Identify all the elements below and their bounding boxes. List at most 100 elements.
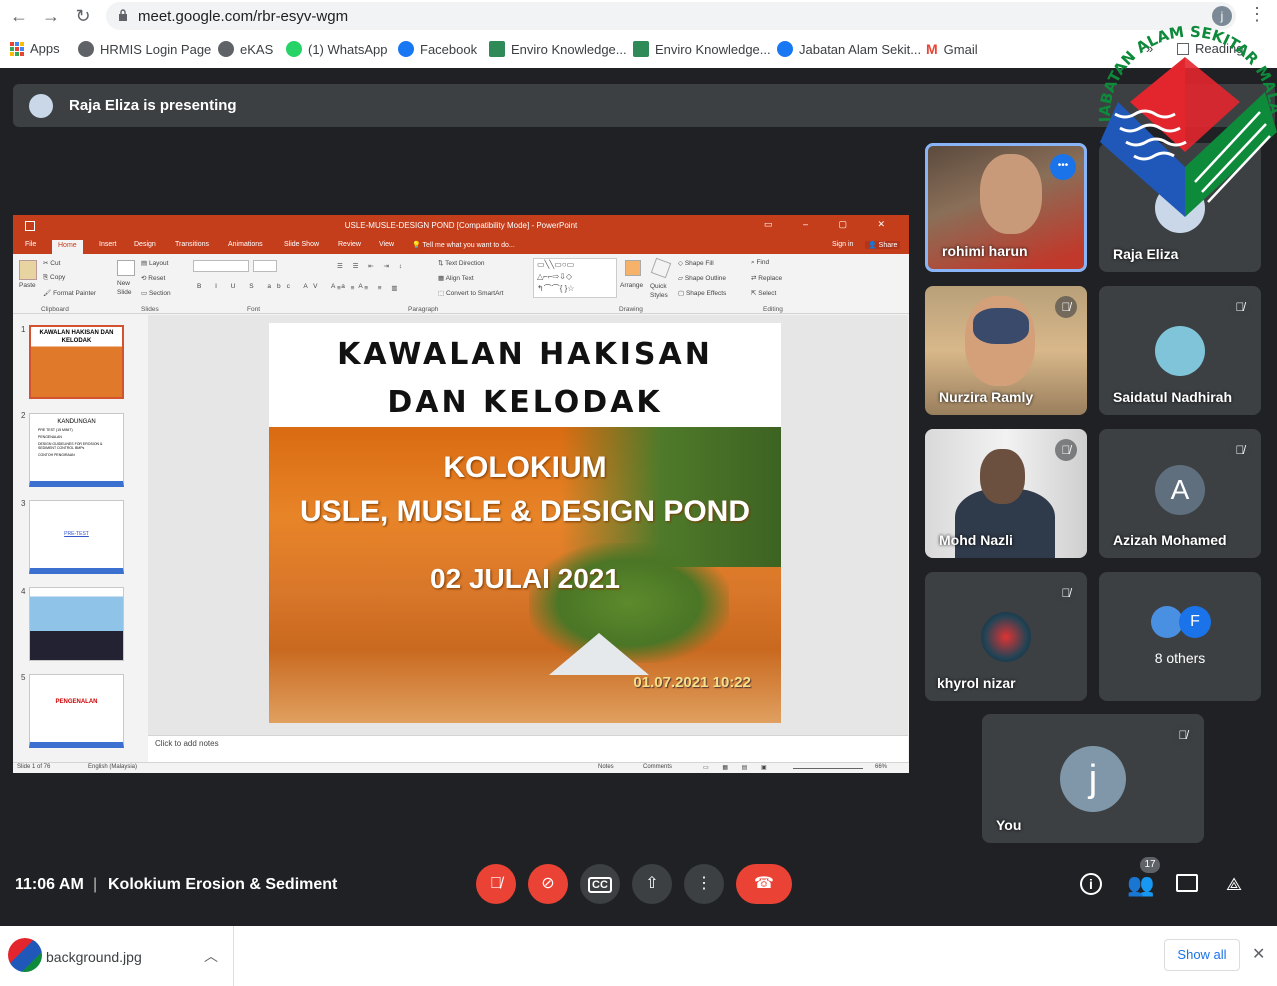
- participant-avatar: A: [1155, 465, 1205, 515]
- paste-icon: [19, 260, 37, 280]
- url-field[interactable]: meet.google.com/rbr-esyv-wgm: [106, 2, 1236, 30]
- others-avatar-2: F: [1179, 606, 1211, 638]
- url-text: meet.google.com/rbr-esyv-wgm: [138, 8, 349, 25]
- apps-grid-icon: [10, 41, 24, 56]
- tab-slideshow: Slide Show: [284, 241, 320, 248]
- thumb-slide-1: KAWALAN HAKISAN DAN KELODAK: [29, 325, 124, 399]
- view-buttons: ▭ ▦ ▤ ▣: [703, 765, 773, 771]
- tab-insert: Insert: [99, 241, 117, 248]
- tab-transitions: Transitions: [175, 241, 209, 248]
- slide-header: KAWALAN HAKISAN DAN KELODAK: [269, 323, 781, 427]
- copy-label: ⎘ Copy: [43, 274, 66, 281]
- format-painter-label: 🖌 Format Painter: [43, 290, 97, 297]
- more-options-button[interactable]: ⋮: [684, 864, 724, 904]
- tab-file: File: [25, 241, 37, 248]
- slide-subtitle-2: USLE, MUSLE & DESIGN POND: [299, 495, 751, 528]
- present-button[interactable]: ⇧: [632, 864, 672, 904]
- participant-name: Azizah Mohamed: [1113, 532, 1227, 548]
- tile-others[interactable]: F 8 others: [1099, 572, 1261, 701]
- save-icon: [25, 221, 35, 231]
- enviro-icon: [633, 41, 649, 57]
- share-button: 👤 Share: [865, 241, 901, 249]
- browser-chrome: ← → ↻ meet.google.com/rbr-esyv-wgm j ⋮ A…: [0, 0, 1277, 68]
- section-label: ▭ Section: [141, 290, 171, 297]
- align-buttons: ≡ ≡ ≡ ≡ ▥: [337, 285, 402, 292]
- window-controls: ▭ – ▢ ✕: [763, 219, 899, 229]
- facebook-icon: [398, 41, 414, 57]
- language: English (Malaysia): [88, 764, 138, 770]
- bookmark-gmail[interactable]: M Gmail: [926, 41, 978, 57]
- align-text-label: ▦ Align Text: [438, 275, 474, 282]
- tile-you[interactable]: j 🎙̸ You: [982, 714, 1204, 843]
- replace-label: ⇄ Replace: [751, 275, 783, 282]
- participant-name: 8 others: [1154, 650, 1206, 666]
- select-label: ⇱ Select: [751, 290, 777, 297]
- thumb-number: 2: [21, 411, 26, 420]
- leave-call-button[interactable]: ☎: [736, 864, 792, 904]
- tile-khyrol[interactable]: 🎙̸ khyrol nizar: [925, 572, 1087, 701]
- current-slide: KAWALAN HAKISAN DAN KELODAK KOLOKIUM USL…: [269, 323, 781, 723]
- bookmark-jabatan[interactable]: Jabatan Alam Sekit...: [777, 41, 921, 57]
- forward-icon[interactable]: →: [40, 6, 62, 26]
- globe-icon: [78, 41, 94, 57]
- thumb-title: KAWALAN HAKISAN DAN KELODAK: [39, 330, 114, 344]
- tile-nurzira[interactable]: 🎙̸ Nurzira Ramly: [925, 286, 1087, 415]
- slide-subtitle-1: KOLOKIUM: [443, 451, 607, 484]
- arrange-label: Arrange: [620, 282, 644, 289]
- close-icon[interactable]: ✕: [1252, 944, 1265, 964]
- people-icon[interactable]: 👥: [1127, 872, 1154, 898]
- participant-face: [980, 449, 1025, 504]
- tab-design: Design: [134, 241, 156, 248]
- mic-off-icon: 🎙̸: [1229, 439, 1251, 461]
- jas-logo: JABATAN ALAM SEKITAR MALAYSIA: [1084, 0, 1277, 227]
- mic-off-icon: 🎙̸: [1055, 439, 1077, 461]
- tile-azizah[interactable]: A 🎙̸ Azizah Mohamed: [1099, 429, 1261, 558]
- bookmark-apps[interactable]: Apps: [10, 41, 60, 56]
- bookmark-enviro-1[interactable]: Enviro Knowledge...: [489, 41, 627, 57]
- back-icon[interactable]: ←: [8, 6, 30, 26]
- captions-button[interactable]: CC: [580, 864, 620, 904]
- mic-off-icon: 🎙̸: [1229, 296, 1251, 318]
- slide-tent: [549, 633, 649, 675]
- participant-name: khyrol nizar: [937, 675, 1016, 691]
- meeting-title: Kolokium Erosion & Sediment: [108, 876, 338, 893]
- quick-styles-icon: [650, 257, 672, 279]
- whatsapp-icon: [286, 41, 302, 57]
- download-filename: background.jpg: [46, 949, 142, 965]
- shapes-gallery: ▭╲╲▭○▭ △⌐⌐⇨⇩◇ ↰⌒⌒{ }☆: [533, 258, 617, 298]
- activities-icon[interactable]: ⟁: [1226, 874, 1242, 895]
- reload-icon[interactable]: ↻: [72, 6, 94, 26]
- tile-saidatul[interactable]: 🎙̸ Saidatul Nadhirah: [1099, 286, 1261, 415]
- download-item[interactable]: background.jpg ︿: [0, 926, 234, 986]
- slide-count: Slide 1 of 76: [17, 764, 51, 770]
- group-font: Font: [247, 306, 261, 313]
- camera-off-icon: ⊘: [541, 875, 555, 892]
- tile-rohimi[interactable]: ••• rohimi harun: [925, 143, 1087, 272]
- thumb-number: 5: [21, 673, 26, 682]
- shape-outline-label: ▱ Shape Outline: [678, 275, 727, 282]
- quick-styles-label: Quick Styles: [650, 283, 668, 299]
- chat-icon[interactable]: [1176, 874, 1198, 892]
- bookmark-whatsapp[interactable]: (1) WhatsApp: [286, 41, 387, 57]
- mic-toggle-button[interactable]: 🎙̸: [476, 864, 516, 904]
- tile-mohd-nazli[interactable]: 🎙̸ Mohd Nazli: [925, 429, 1087, 558]
- participant-name: You: [996, 817, 1022, 833]
- thumb-number: 3: [21, 499, 26, 508]
- info-icon[interactable]: i: [1080, 873, 1102, 895]
- bookmark-ekas[interactable]: eKAS: [218, 41, 273, 57]
- new-slide-icon: [117, 260, 135, 276]
- phone-hangup-icon: ☎: [754, 875, 774, 892]
- bookmark-enviro-2[interactable]: Enviro Knowledge...: [633, 41, 771, 57]
- chevron-up-icon[interactable]: ︿: [204, 946, 218, 966]
- bookmark-hrmis[interactable]: HRMIS Login Page: [78, 41, 211, 57]
- present-icon: ⇧: [645, 875, 659, 892]
- camera-toggle-button[interactable]: ⊘: [528, 864, 568, 904]
- group-drawing: Drawing: [619, 306, 643, 313]
- more-options-icon[interactable]: •••: [1050, 154, 1076, 180]
- show-all-button[interactable]: Show all: [1164, 939, 1240, 971]
- bookmark-facebook[interactable]: Facebook: [398, 41, 477, 57]
- bookmarks-bar: Apps HRMIS Login Page eKAS (1) WhatsApp …: [0, 36, 1277, 64]
- people-count-badge: 17: [1140, 857, 1160, 873]
- thumb-slide-3: PRE-TEST: [29, 500, 124, 574]
- thumb-number: 1: [21, 325, 26, 334]
